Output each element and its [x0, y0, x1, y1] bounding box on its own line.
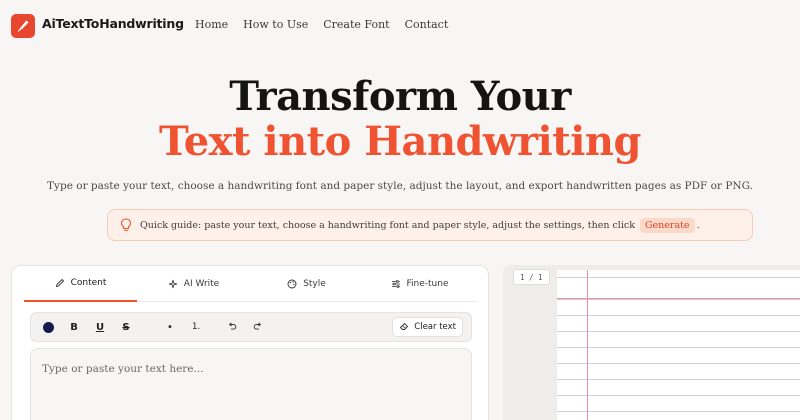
handwriting-paper-preview — [557, 270, 800, 420]
tab-ai-write[interactable]: AI Write — [137, 266, 250, 302]
hero-title-line1: Transform Your — [229, 73, 571, 120]
tab-content[interactable]: Content — [24, 266, 137, 302]
numbered-list-button[interactable]: 1. — [187, 313, 205, 341]
editor-tabs: Content AI Write Style Fine-tune — [24, 266, 478, 302]
underline-button[interactable]: U — [91, 313, 109, 341]
quick-guide-period: . — [696, 219, 700, 231]
editor-card: Content AI Write Style Fine-tune B U S •… — [11, 265, 489, 420]
nav-link-create-font[interactable]: Create Font — [323, 18, 389, 31]
pen-icon — [55, 278, 65, 288]
nav-link-contact[interactable]: Contact — [405, 18, 449, 31]
hero-title-line2: Text into Handwriting — [159, 118, 641, 165]
top-nav: AiTextToHandwriting Home How to Use Crea… — [0, 0, 800, 52]
tab-fine-tune-label: Fine-tune — [406, 279, 449, 289]
tab-style[interactable]: Style — [250, 266, 363, 302]
text-input-placeholder: Type or paste your text here... — [42, 363, 204, 375]
quick-guide-banner: Quick guide: paste your text, choose a h… — [107, 209, 753, 241]
palette-icon — [287, 279, 297, 289]
eraser-icon — [399, 321, 409, 334]
bold-button[interactable]: B — [65, 313, 83, 341]
redo-button[interactable] — [249, 313, 267, 341]
paper-margin-line — [587, 270, 588, 420]
ink-color-button[interactable] — [39, 313, 57, 341]
paper-header-line — [557, 298, 800, 299]
nav-link-how-to-use[interactable]: How to Use — [243, 18, 308, 31]
sparkle-icon — [168, 279, 178, 289]
undo-icon — [227, 321, 237, 334]
strikethrough-button[interactable]: S — [117, 313, 135, 341]
nav-links: Home How to Use Create Font Contact — [195, 18, 463, 31]
redo-icon — [253, 321, 263, 334]
ink-color-swatch — [42, 321, 54, 333]
undo-button[interactable] — [223, 313, 241, 341]
lightbulb-icon — [120, 218, 132, 232]
quick-guide-text: Quick guide: paste your text, choose a h… — [140, 219, 635, 231]
tab-fine-tune[interactable]: Fine-tune — [363, 266, 476, 302]
tab-ai-write-label: AI Write — [183, 279, 220, 289]
clear-text-label: Clear text — [414, 322, 456, 332]
brand-name[interactable]: AiTextToHandwriting — [42, 16, 184, 31]
text-input-area[interactable]: Type or paste your text here... — [30, 348, 472, 420]
tab-style-label: Style — [303, 279, 326, 289]
format-toolbar: B U S • 1. Clear text — [30, 312, 472, 342]
logo-icon[interactable] — [11, 14, 35, 38]
generate-chip: Generate — [639, 217, 695, 233]
nav-link-home[interactable]: Home — [195, 18, 228, 31]
clear-text-button[interactable]: Clear text — [392, 317, 463, 337]
hero-subtitle: Type or paste your text, choose a handwr… — [47, 180, 753, 192]
bullet-list-button[interactable]: • — [161, 313, 179, 341]
tab-content-label: Content — [70, 278, 107, 288]
sliders-icon — [391, 279, 401, 289]
page-counter: 1 / 1 — [513, 269, 550, 285]
